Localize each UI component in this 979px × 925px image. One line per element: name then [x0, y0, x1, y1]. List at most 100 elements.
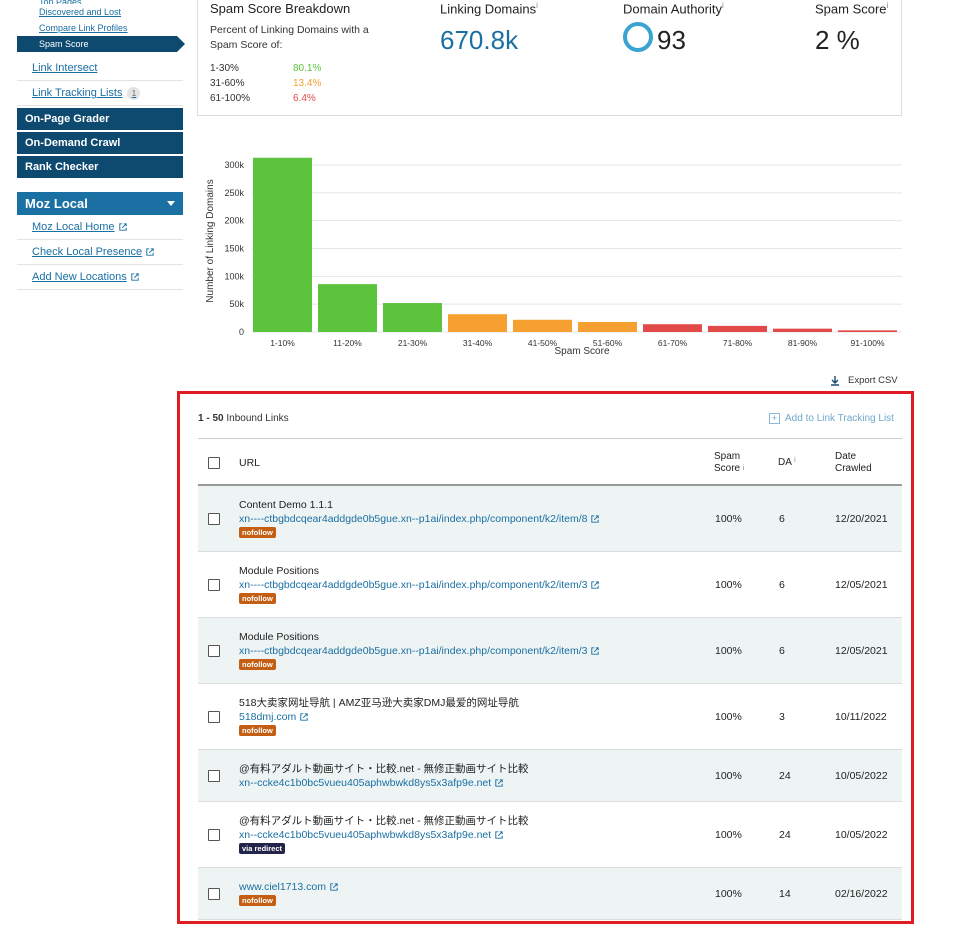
- sidebar-item-compare-link-profiles[interactable]: Compare Link Profiles: [17, 20, 183, 36]
- spam-score-value: 2 %: [815, 25, 860, 55]
- table-row: @有料アダルト動画サイト・比較.net - 無修正動画サイト比較 xn--ccke…: [198, 750, 902, 802]
- sidebar-section-rank-checker[interactable]: Rank Checker: [17, 156, 183, 178]
- link-title: Module Positions: [239, 631, 319, 643]
- bar: [643, 324, 702, 332]
- table-body: Content Demo 1.1.1 xn----ctbgbdcqear4addg…: [198, 486, 902, 920]
- spam-breakdown-title: Spam Score Breakdown: [210, 1, 351, 16]
- external-link-icon[interactable]: [591, 647, 600, 655]
- external-link-icon[interactable]: [591, 581, 600, 589]
- da-cell: 3: [779, 711, 785, 723]
- download-icon: [831, 375, 839, 386]
- external-link-icon[interactable]: [300, 713, 308, 721]
- row-checkbox[interactable]: [208, 770, 220, 782]
- row-checkbox[interactable]: [208, 579, 220, 591]
- sidebar-item-link-intersect[interactable]: Link Intersect: [17, 56, 183, 81]
- inbound-links-table: URL Spam Score i DA i Date Crawled Conte…: [198, 438, 902, 920]
- link-title: @有料アダルト動画サイト・比較.net - 無修正動画サイト比較: [239, 763, 529, 775]
- table-row: Module Positions xn----ctbgbdcqear4addgde…: [198, 552, 902, 618]
- link-cell: Module Positions xn----ctbgbdcqear4addgde…: [239, 630, 600, 670]
- row-checkbox[interactable]: [208, 513, 220, 525]
- row-checkbox[interactable]: [208, 888, 220, 900]
- breakdown-range: 31-60%: [210, 78, 245, 89]
- sidebar-item-add-new-locations[interactable]: Add New Locations: [17, 265, 183, 290]
- spam-score-chart: 0 50k 100k 150k 200k 250k 300k 1-10% 11-20% 21-30…: [205, 157, 902, 357]
- x-tick-label: 11-20%: [333, 338, 362, 348]
- sidebar-item-discovered-lost[interactable]: Discovered and Lost: [17, 4, 183, 20]
- external-link-icon[interactable]: [330, 883, 338, 891]
- count-badge: 1: [127, 86, 141, 100]
- link-cell: Module Positions xn----ctbgbdcqear4addgde…: [239, 564, 600, 604]
- sidebar-item-spam-score[interactable]: Spam Score: [17, 36, 185, 52]
- da-cell: 24: [779, 770, 791, 782]
- info-icon[interactable]: i: [743, 465, 745, 472]
- sidebar: Top Pages Discovered and Lost Compare Li…: [17, 0, 185, 290]
- info-icon[interactable]: i: [722, 1, 724, 10]
- date-crawled-cell: 12/05/2021: [835, 579, 888, 591]
- info-icon[interactable]: i: [794, 457, 796, 464]
- da-cell: 6: [779, 513, 785, 525]
- spam-score-cell: 100%: [715, 711, 742, 723]
- link-url[interactable]: 518dmj.com: [239, 710, 519, 724]
- spam-score-cell: 100%: [715, 829, 742, 841]
- link-title: Content Demo 1.1.1: [239, 499, 333, 511]
- sidebar-section-on-page-grader[interactable]: On-Page Grader: [17, 108, 183, 130]
- row-checkbox[interactable]: [208, 645, 220, 657]
- domain-authority-value: 93: [657, 25, 686, 55]
- sidebar-section-on-demand-crawl[interactable]: On-Demand Crawl: [17, 132, 183, 154]
- spam-score-cell: 100%: [715, 513, 742, 525]
- sidebar-item-check-local-presence[interactable]: Check Local Presence: [17, 240, 183, 265]
- link-cell: @有料アダルト動画サイト・比較.net - 無修正動画サイト比較 xn--ccke…: [239, 762, 529, 790]
- sidebar-item-link-tracking-lists[interactable]: Link Tracking Lists 1: [17, 81, 183, 106]
- header-url: URL: [239, 457, 261, 469]
- select-all-checkbox[interactable]: [208, 457, 220, 469]
- y-tick-label: 250k: [224, 188, 244, 198]
- table-row: Module Positions xn----ctbgbdcqear4addgde…: [198, 618, 902, 684]
- via-redirect-badge: via redirect: [239, 843, 286, 854]
- da-cell: 14: [779, 888, 791, 900]
- y-axis-label: Number of Linking Domains: [205, 179, 216, 302]
- sidebar-item-label: Link Tracking Lists: [32, 87, 123, 99]
- export-csv-button[interactable]: Export CSV: [830, 375, 898, 386]
- x-tick-label: 41-50%: [528, 338, 558, 348]
- plus-icon: +: [769, 413, 780, 424]
- info-icon[interactable]: i: [887, 1, 889, 10]
- link-title: 518大卖家网址导航 | AMZ亚马逊大卖家DMJ最爱的网址导航: [239, 697, 519, 709]
- sidebar-item-label: Moz Local Home: [32, 221, 115, 233]
- x-tick-label: 31-40%: [463, 338, 493, 348]
- header-date-crawled[interactable]: Date Crawled: [835, 451, 880, 475]
- link-url[interactable]: www.ciel1713.com: [239, 880, 338, 894]
- metrics-panel: Spam Score Breakdown Percent of Linking …: [197, 0, 902, 116]
- row-checkbox[interactable]: [208, 829, 220, 841]
- header-spam-score[interactable]: Spam Score i: [714, 451, 748, 475]
- x-tick-label: 81-90%: [788, 338, 818, 348]
- link-url[interactable]: xn--ccke4c1b0bc5vueu405aphwbwkd8ys5x3afp…: [239, 776, 529, 790]
- link-title: Module Positions: [239, 565, 319, 577]
- moz-local-toggle[interactable]: Moz Local: [17, 192, 183, 215]
- y-tick-label: 100k: [224, 271, 244, 281]
- date-crawled-cell: 10/05/2022: [835, 829, 888, 841]
- link-url[interactable]: xn----ctbgbdcqear4addgde0b5gue.xn--p1ai/…: [239, 512, 600, 526]
- external-link-icon[interactable]: [495, 779, 503, 787]
- sidebar-item-moz-local-home[interactable]: Moz Local Home: [17, 215, 183, 240]
- table-row: @有料アダルト動画サイト・比較.net - 無修正動画サイト比較 xn--ccke…: [198, 802, 902, 868]
- y-tick-label: 0: [239, 327, 244, 337]
- da-cell: 24: [779, 829, 791, 841]
- add-to-link-tracking-button[interactable]: + Add to Link Tracking List: [769, 413, 894, 424]
- breakdown-value-medium: 13.4%: [293, 78, 322, 89]
- add-to-link-tracking-label: Add to Link Tracking List: [785, 413, 894, 424]
- link-url[interactable]: xn----ctbgbdcqear4addgde0b5gue.xn--p1ai/…: [239, 578, 600, 592]
- external-link-icon[interactable]: [495, 831, 503, 839]
- x-tick-label: 1-10%: [270, 338, 295, 348]
- link-url[interactable]: xn--ccke4c1b0bc5vueu405aphwbwkd8ys5x3afp…: [239, 828, 529, 842]
- row-checkbox[interactable]: [208, 711, 220, 723]
- nofollow-badge: nofollow: [239, 527, 276, 538]
- external-link-icon[interactable]: [591, 515, 600, 523]
- sidebar-item-label: Check Local Presence: [32, 246, 143, 258]
- x-axis-label: Spam Score: [554, 346, 609, 357]
- header-da[interactable]: DA i: [778, 457, 796, 468]
- info-icon[interactable]: i: [536, 1, 538, 10]
- x-tick-label: 91-100%: [850, 338, 884, 348]
- link-url[interactable]: xn----ctbgbdcqear4addgde0b5gue.xn--p1ai/…: [239, 644, 600, 658]
- link-cell: www.ciel1713.com nofollow: [239, 880, 338, 906]
- linking-domains-label: Linking Domainsi: [440, 1, 538, 17]
